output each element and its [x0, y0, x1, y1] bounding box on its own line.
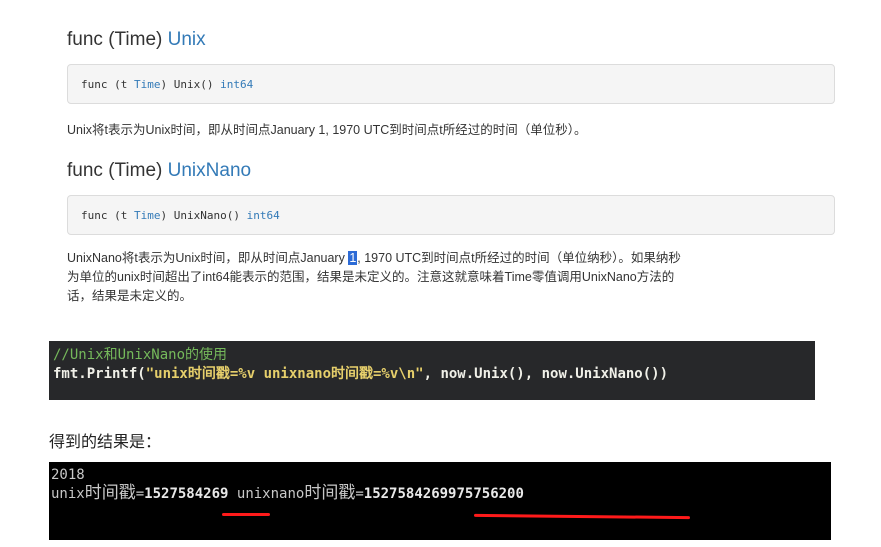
unix-label-cn: 时间戳	[84, 483, 136, 503]
description-unixnano: UnixNano将t表示为Unix时间，即从时间点January 1, 1970…	[67, 249, 837, 306]
heading-unixnano: func (Time) UnixNano	[67, 160, 251, 182]
signature-text: func (t	[81, 209, 134, 222]
equals: =	[355, 486, 364, 502]
console-line-year: 2018	[51, 467, 85, 483]
signature-unix: func (t Time) Unix() int64	[67, 64, 835, 104]
code-args: , now.Unix(), now.UnixNano())	[423, 366, 669, 382]
heading-prefix: func (Time)	[67, 29, 168, 50]
underline-unix-value	[222, 513, 270, 516]
console-output: 2018 unix时间戳=1527584269 unixnano时间戳=1527…	[49, 462, 831, 540]
signature-text: ) UnixNano()	[160, 209, 247, 222]
signature-text: ) Unix()	[160, 78, 221, 91]
description-unix: Unix将t表示为Unix时间，即从时间点January 1, 1970 UTC…	[67, 123, 587, 137]
code-comment: //Unix和UnixNano的使用	[53, 347, 228, 363]
selected-text: 1	[348, 251, 358, 265]
heading-unix: func (Time) Unix	[67, 29, 206, 51]
int64-type-link[interactable]: int64	[220, 78, 253, 91]
unixnano-value: 1527584269975756200	[363, 486, 524, 502]
result-label: 得到的结果是：	[49, 434, 162, 451]
unixnano-link[interactable]: UnixNano	[168, 160, 251, 181]
description-line: 为单位的unix时间超出了int64能表示的范围，结果是未定义的。注意这就意味着…	[67, 270, 675, 284]
int64-type-link[interactable]: int64	[247, 209, 280, 222]
unix-link[interactable]: Unix	[168, 29, 206, 50]
description-line: UnixNano将t表示为Unix时间，即从时间点January 1, 1970…	[67, 249, 837, 268]
unixnano-label: unixnano	[236, 486, 305, 502]
unix-label: unix	[51, 486, 85, 502]
text-span: UnixNano将t表示为Unix时间，即从时间点January	[67, 251, 349, 265]
heading-prefix: func (Time)	[67, 160, 168, 181]
signature-unixnano: func (t Time) UnixNano() int64	[67, 195, 835, 235]
code-line: fmt.Printf("unix时间戳=%v unixnano时间戳=%v\n"…	[53, 365, 815, 384]
text-span: , 1970 UTC到时间点t所经过的时间（单位纳秒）。如果纳秒	[357, 251, 681, 265]
unixnano-label-cn: 时间戳	[304, 483, 356, 503]
console-line-timestamps: unix时间戳=1527584269 unixnano时间戳=152758426…	[51, 484, 831, 503]
code-call: fmt.Printf(	[53, 366, 146, 382]
code-string: "unix时间戳=%v unixnano时间戳=%v\n"	[145, 366, 424, 382]
unix-value: 1527584269	[144, 486, 229, 502]
time-type-link[interactable]: Time	[134, 209, 161, 222]
code-snippet: //Unix和UnixNano的使用 fmt.Printf("unix时间戳=%…	[49, 341, 815, 400]
signature-text: func (t	[81, 78, 134, 91]
time-type-link[interactable]: Time	[134, 78, 161, 91]
equals: =	[135, 486, 145, 502]
description-line: 话，结果是未定义的。	[67, 289, 193, 303]
